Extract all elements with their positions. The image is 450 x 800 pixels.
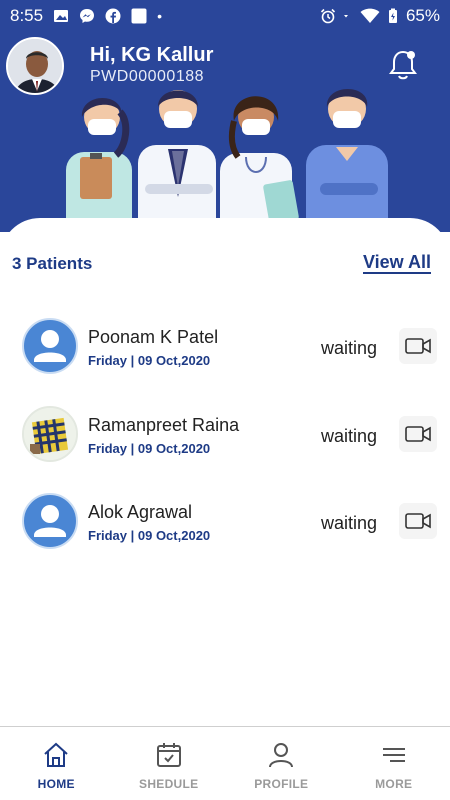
nav-home[interactable]: HOME	[0, 727, 113, 800]
patient-name: Ramanpreet Raina	[88, 414, 240, 435]
patient-row[interactable]: Ramanpreet Raina Friday | 09 Oct,2020 wa…	[0, 405, 450, 494]
alarm-icon	[320, 8, 336, 24]
status-dot: •	[157, 8, 162, 24]
patient-status: waiting	[321, 425, 378, 446]
nav-more[interactable]: MORE	[338, 727, 450, 800]
video-camera-icon	[405, 338, 431, 354]
patient-status: waiting	[321, 338, 378, 358]
greeting-text: Hi, KG Kallur	[90, 44, 214, 66]
nav-more-label: MORE	[375, 777, 413, 791]
appointment-date: Friday | 09 Oct,2020	[88, 353, 211, 368]
appointment-date: Friday | 09 Oct,2020	[88, 528, 211, 543]
battery-icon	[388, 8, 397, 23]
gallery-icon	[54, 10, 69, 22]
signal-icon	[343, 15, 348, 18]
user-photo	[8, 39, 62, 93]
nav-profile[interactable]: PROFILE	[225, 727, 338, 800]
status-bar: 8:55 • 65%	[0, 0, 450, 32]
wifi-icon	[360, 8, 380, 23]
video-call-button[interactable]	[399, 328, 437, 364]
messenger-icon	[80, 9, 95, 23]
facebook-icon	[105, 8, 121, 24]
profile-icon	[269, 743, 294, 768]
doctors-illustration	[66, 89, 388, 232]
patient-avatar	[22, 405, 78, 462]
bottom-navigation: HOME SHEDULE PROFILE MORE	[0, 726, 450, 800]
person-placeholder-icon	[34, 505, 66, 537]
video-camera-icon	[405, 425, 431, 442]
video-camera-icon	[405, 513, 431, 529]
view-all-link[interactable]: View All	[362, 252, 431, 274]
battery-percent: 65%	[405, 6, 440, 25]
user-avatar[interactable]	[6, 37, 64, 95]
video-call-button[interactable]	[399, 503, 437, 539]
home-icon	[44, 742, 68, 767]
nav-profile-label: PROFILE	[254, 777, 309, 791]
video-call-button[interactable]	[399, 415, 437, 452]
person-placeholder-icon	[34, 330, 66, 362]
nav-schedule-label: SHEDULE	[139, 777, 199, 791]
menu-icon	[382, 748, 405, 762]
patient-status: waiting	[321, 513, 378, 533]
patient-list: Poonam K Patel Friday | 09 Oct,2020 wait…	[0, 318, 450, 581]
nav-schedule[interactable]: SHEDULE	[113, 727, 226, 800]
plaid-photo-icon	[24, 407, 76, 460]
patients-count: 3 Patients	[12, 254, 93, 273]
patient-avatar	[22, 318, 78, 374]
patients-panel: 3 Patients View All Poonam K Patel Frida…	[0, 218, 450, 726]
nav-home-label: HOME	[37, 777, 75, 791]
status-time: 8:55	[10, 6, 44, 25]
calendar-icon	[156, 743, 181, 767]
patient-name: Alok Agrawal	[88, 502, 193, 522]
header-banner: Hi, KG Kallur PWD00000188	[0, 32, 450, 232]
app-notification-icon	[131, 8, 147, 24]
appointment-date: Friday | 09 Oct,2020	[88, 440, 211, 456]
patient-avatar	[22, 493, 78, 549]
patient-row[interactable]: Poonam K Patel Friday | 09 Oct,2020 wait…	[0, 318, 450, 406]
patient-row[interactable]: Alok Agrawal Friday | 09 Oct,2020 waitin…	[0, 493, 450, 581]
patient-name: Poonam K Patel	[88, 327, 219, 347]
